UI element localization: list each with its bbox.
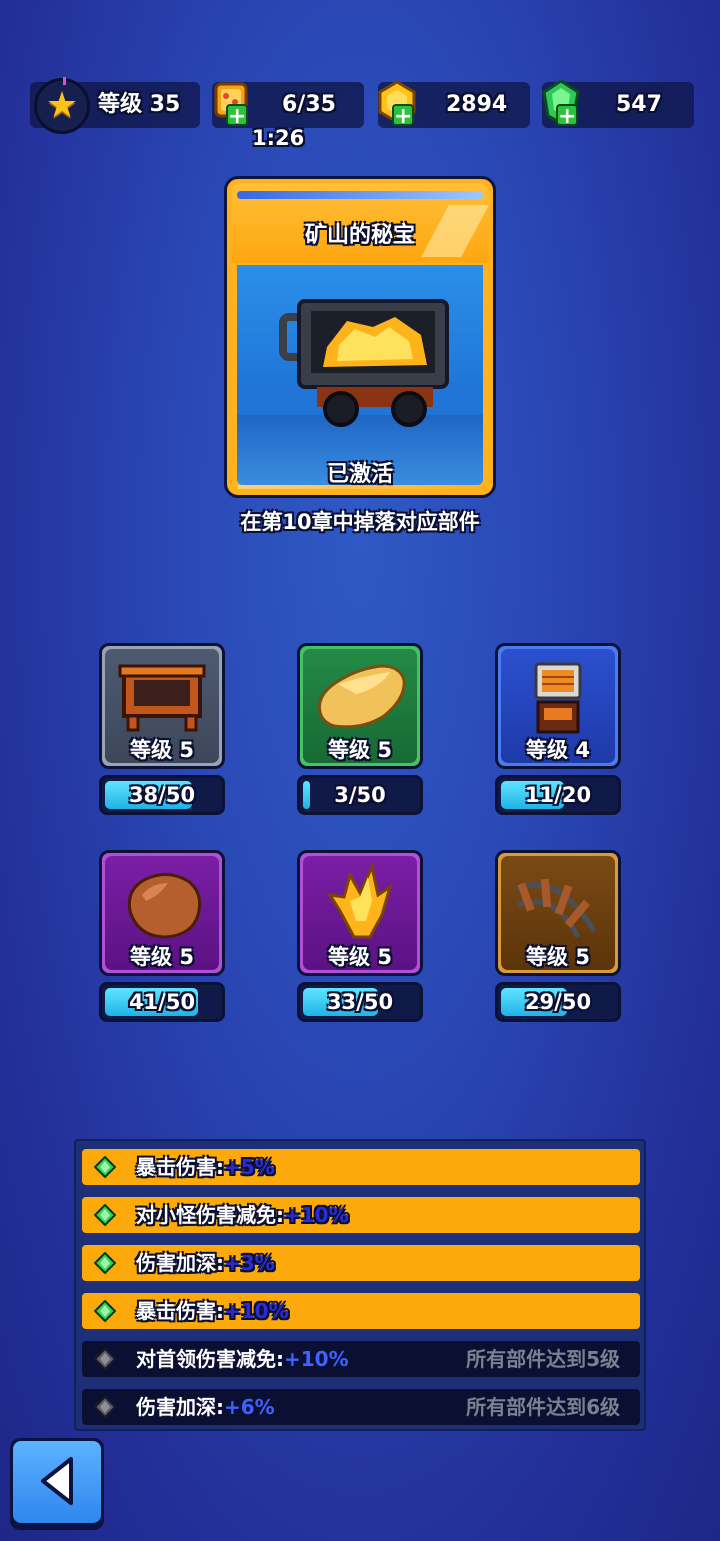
bonus-requirement: 所有部件达到5级	[466, 1347, 620, 1371]
bonus-name: 对首领伤害减免:	[136, 1347, 284, 1371]
part-level: 等级 5	[130, 738, 194, 762]
level-badge: ★	[34, 77, 90, 134]
progress-label: 41/50	[128, 990, 196, 1014]
back-arrow-icon	[41, 1457, 73, 1505]
ore-sack-icon	[317, 664, 406, 729]
bonus-text: 暴击伤害:+10%	[136, 1293, 289, 1329]
bonus-row: 暴击伤害:+10%	[82, 1293, 640, 1329]
active-gem-icon	[94, 1300, 116, 1322]
part-level: 等级 5	[130, 945, 194, 969]
xp-pip	[63, 77, 66, 85]
bonus-value: +3%	[224, 1251, 275, 1275]
bonus-text: 暴击伤害:+5%	[136, 1149, 275, 1185]
header-shine	[237, 191, 483, 199]
part-tile: 等级 5	[99, 643, 225, 769]
part-progress-bar: 29/50	[495, 982, 621, 1022]
part-level: 等级 5	[526, 945, 590, 969]
bonus-row-locked: 伤害加深:+6% 所有部件达到6级	[82, 1389, 640, 1425]
card-bottom-shine	[237, 485, 483, 489]
add-energy-icon[interactable]: +	[226, 104, 248, 128]
progress-label: 33/50	[326, 990, 394, 1014]
mine-cart-gold-icon	[279, 299, 449, 427]
back-button[interactable]	[10, 1438, 104, 1530]
copper-ore-icon	[127, 873, 202, 939]
add-gem-icon[interactable]: +	[556, 104, 578, 128]
set-bonus-panel: 暴击伤害:+5% 对小怪伤害减免:+10% 伤害加深:+3% 暴击伤害:+10%…	[74, 1139, 646, 1431]
inactive-gem-icon	[94, 1396, 116, 1418]
part-progress-bar: 38/50	[99, 775, 225, 815]
part-progress-bar: 33/50	[297, 982, 423, 1022]
active-gem-icon	[94, 1252, 116, 1274]
bonus-value: +10%	[224, 1299, 289, 1323]
gold-value: 2894	[446, 92, 508, 117]
add-gold-icon[interactable]: +	[392, 104, 414, 128]
part-slot-sack[interactable]: 等级 5 3/50	[297, 643, 423, 815]
energy-counter[interactable]: + 6/35	[212, 82, 364, 128]
active-gem-icon	[94, 1156, 116, 1178]
part-slot-crate[interactable]: 等级 4 11/20	[495, 643, 621, 815]
wooden-frame-icon	[118, 664, 206, 732]
gem-counter[interactable]: + 547	[542, 79, 694, 128]
gold-crystal-icon	[327, 862, 393, 939]
part-tile: 等级 5	[297, 643, 423, 769]
bonus-name: 暴击伤害:	[136, 1155, 224, 1179]
player-level[interactable]: ★ 等级 35	[30, 77, 200, 134]
bonus-name: 对小怪伤害减免:	[136, 1203, 284, 1227]
card-status: 已激活	[326, 462, 393, 487]
part-level: 等级 5	[328, 945, 392, 969]
progress-label: 29/50	[524, 990, 592, 1014]
bonus-value: +5%	[224, 1155, 275, 1179]
progress-label: 38/50	[128, 783, 196, 807]
card-title: 矿山的秘宝	[304, 223, 415, 248]
energy-timer: 1:26	[252, 126, 305, 150]
bonus-row: 暴击伤害:+5%	[82, 1149, 640, 1185]
inactive-gem-icon	[94, 1348, 116, 1370]
wooden-crate-icon	[534, 662, 582, 734]
bonus-text: 伤害加深:+6%	[136, 1389, 275, 1425]
resource-bar: ★ 等级 35 + 6/35 + 2894 + 547	[30, 77, 700, 138]
bonus-text: 对小怪伤害减免:+10%	[136, 1197, 349, 1233]
bonus-value: +6%	[224, 1395, 275, 1419]
bonus-row: 伤害加深:+3%	[82, 1245, 640, 1281]
level-label: 等级 35	[98, 92, 181, 117]
bonus-name: 伤害加深:	[136, 1395, 224, 1419]
part-level: 等级 4	[526, 738, 590, 762]
gold-counter[interactable]: + 2894	[378, 80, 530, 128]
part-slot-crystal[interactable]: 等级 5 33/50	[297, 850, 423, 1022]
part-tile: 等级 5	[99, 850, 225, 976]
card-body	[237, 265, 483, 485]
part-slot-ore[interactable]: 等级 5 41/50	[99, 850, 225, 1022]
progress-label: 11/20	[524, 783, 592, 807]
part-tile: 等级 5	[495, 850, 621, 976]
progress-label: 3/50	[334, 783, 386, 807]
part-progress-bar: 3/50	[297, 775, 423, 815]
back-button-face	[13, 1441, 101, 1523]
active-gem-icon	[94, 1204, 116, 1226]
gem-value: 547	[616, 92, 662, 117]
star-icon: ★	[45, 85, 79, 126]
part-progress-bar: 41/50	[99, 982, 225, 1022]
rail-track-icon	[515, 878, 597, 939]
bonus-text: 伤害加深:+3%	[136, 1245, 275, 1281]
bonus-name: 伤害加深:	[136, 1251, 224, 1275]
part-slot-frame[interactable]: 等级 5 38/50	[99, 643, 225, 815]
drop-note: 在第10章中掉落对应部件	[240, 510, 480, 534]
card-header: 矿山的秘宝	[231, 183, 489, 263]
bonus-value: +10%	[284, 1347, 349, 1371]
bonus-value: +10%	[284, 1203, 349, 1227]
bonus-name: 暴击伤害:	[136, 1299, 224, 1323]
part-progress-bar: 11/20	[495, 775, 621, 815]
bonus-text: 对首领伤害减免:+10%	[136, 1341, 349, 1377]
bonus-row-locked: 对首领伤害减免:+10% 所有部件达到5级	[82, 1341, 640, 1377]
bonus-requirement: 所有部件达到6级	[466, 1395, 620, 1419]
energy-value: 6/35	[282, 92, 336, 117]
bonus-row: 对小怪伤害减免:+10%	[82, 1197, 640, 1233]
part-slot-rails[interactable]: 等级 5 29/50	[495, 850, 621, 1022]
part-level: 等级 5	[328, 738, 392, 762]
part-tile: 等级 4	[495, 643, 621, 769]
set-card[interactable]: 矿山的秘宝 已激活	[224, 176, 496, 498]
part-tile: 等级 5	[297, 850, 423, 976]
